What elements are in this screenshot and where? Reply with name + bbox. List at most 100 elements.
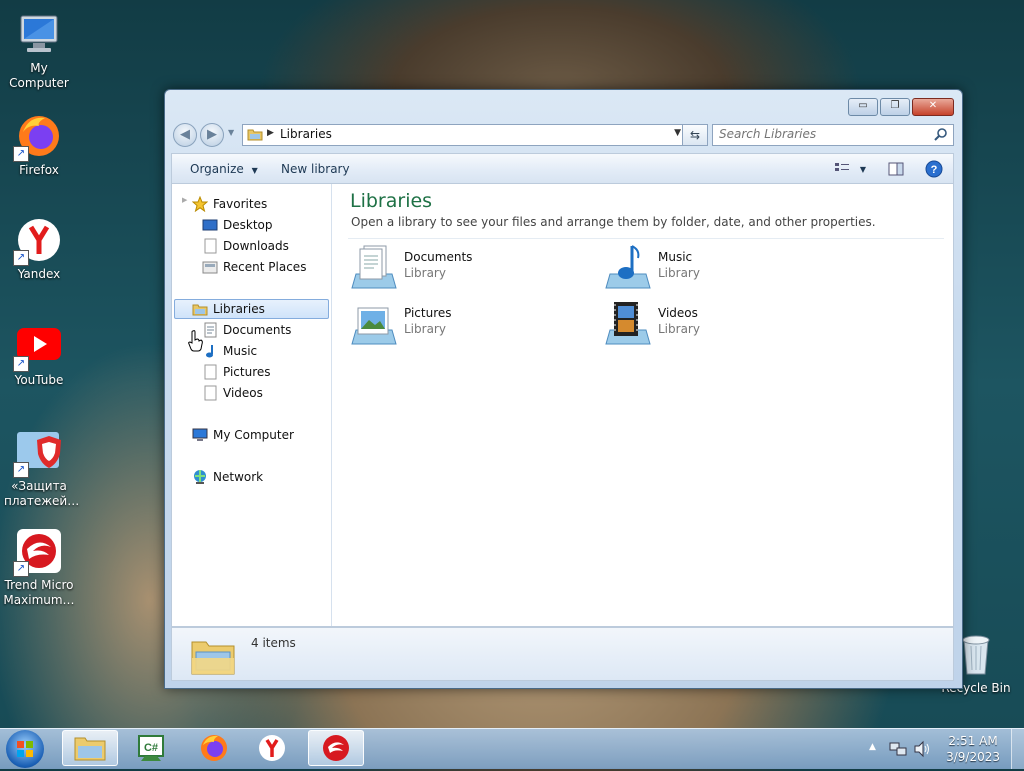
music-library-icon (604, 244, 652, 295)
forward-button[interactable]: ▶ (200, 123, 224, 147)
pictures-icon (202, 364, 218, 380)
expand-arrow-icon[interactable]: ▶ (182, 196, 187, 204)
csharp-editor-icon: C# (138, 735, 164, 761)
search-icon[interactable] (934, 127, 948, 144)
nav-network[interactable]: Network (192, 467, 263, 487)
nav-libraries[interactable]: Libraries (174, 299, 329, 319)
search-input[interactable] (713, 125, 935, 143)
nav-item-downloads[interactable]: Downloads (202, 236, 289, 256)
nav-item-label: Recent Places (223, 260, 307, 274)
desktop-icon-payment-protection[interactable]: ↗ «Защита платежей… (0, 428, 79, 509)
pictures-library-icon (350, 300, 398, 351)
change-view-button[interactable]: ▼ (834, 161, 866, 178)
windows-logo-icon (17, 741, 33, 757)
svg-text:?: ? (931, 164, 938, 176)
item-count: 4 items (251, 636, 296, 650)
nav-item-videos[interactable]: Videos (202, 383, 263, 403)
breadcrumb[interactable]: Libraries (280, 127, 332, 141)
desktop-icon-label: Firefox (19, 163, 59, 177)
refresh-icon: ⇆ (689, 128, 701, 142)
videos-icon (202, 385, 218, 401)
nav-favorites[interactable]: Favorites (191, 194, 267, 214)
nav-my-computer-label: My Computer (213, 428, 294, 442)
recent-places-icon (202, 259, 218, 275)
library-item-documents[interactable]: Documents Library (350, 244, 600, 296)
show-desktop-button[interactable] (1011, 729, 1024, 769)
nav-item-label: Downloads (223, 239, 289, 253)
shortcut-arrow-icon: ↗ (13, 561, 29, 577)
page-subtitle: Open a library to see your files and arr… (351, 215, 876, 229)
desktop-icon-youtube[interactable]: ↗ YouTube (0, 322, 78, 388)
header-divider (348, 238, 944, 239)
desktop-icon-my-computer[interactable]: My Computer (0, 10, 78, 91)
library-item-videos[interactable]: Videos Library (604, 300, 854, 352)
preview-pane-icon (888, 162, 904, 176)
taskbar-trend-micro-button[interactable] (308, 730, 364, 766)
volume-tray-icon[interactable] (913, 740, 931, 761)
explorer-window: ▭ ❐ ✕ ◀ ▶ ▼ ▶ Libraries ▼ ⇆ Organize ▼ N… (164, 89, 963, 689)
network-icon (192, 469, 208, 485)
nav-item-documents[interactable]: Documents (202, 320, 291, 340)
nav-item-label: Videos (223, 386, 263, 400)
nav-item-music[interactable]: Music (202, 341, 257, 361)
downloads-folder-icon (202, 238, 218, 254)
taskbar: C# ▲ 2:51 AM 3/9/2023 (0, 728, 1024, 769)
nav-item-recent-places[interactable]: Recent Places (202, 257, 306, 277)
recent-pages-dropdown-icon[interactable]: ▼ (228, 128, 234, 137)
minimize-button[interactable]: ▭ (848, 98, 878, 116)
show-hidden-icons-button[interactable]: ▲ (869, 742, 876, 752)
star-icon (191, 195, 209, 213)
view-details-icon (835, 163, 849, 171)
close-button[interactable]: ✕ (912, 98, 954, 116)
address-bar[interactable]: ▶ Libraries ▼ (242, 124, 686, 146)
maximize-button[interactable]: ❐ (880, 98, 910, 116)
desktop-icon-label: Trend Micro Maximum… (3, 578, 75, 607)
youtube-icon: ↗ (13, 322, 63, 372)
nav-item-label: Desktop (223, 218, 273, 232)
shortcut-arrow-icon: ↗ (13, 250, 29, 266)
title-buttons: ▭ ❐ ✕ (846, 98, 954, 116)
taskbar-firefox-button[interactable] (186, 730, 242, 766)
help-icon: ? (925, 160, 943, 178)
nav-my-computer[interactable]: My Computer (192, 425, 294, 445)
yandex-icon: ↗ (13, 216, 63, 266)
library-name: Pictures (404, 306, 452, 320)
search-box[interactable] (712, 124, 954, 146)
preview-pane-button[interactable] (888, 162, 904, 179)
help-button[interactable]: ? (925, 160, 943, 181)
refresh-button[interactable]: ⇆ (682, 124, 708, 146)
library-type: Library (658, 266, 700, 280)
desktop-icon-yandex[interactable]: ↗ Yandex (0, 216, 78, 282)
network-tray-icon[interactable] (889, 740, 907, 761)
back-button[interactable]: ◀ (173, 123, 197, 147)
library-item-music[interactable]: Music Library (604, 244, 854, 296)
firefox-icon (201, 735, 227, 761)
library-type: Library (404, 266, 446, 280)
system-clock[interactable]: 2:51 AM 3/9/2023 (946, 733, 1000, 765)
library-name: Videos (658, 306, 698, 320)
new-library-button[interactable]: New library (281, 162, 350, 176)
taskbar-csharp-button[interactable]: C# (124, 730, 180, 766)
navigation-pane: ▶ Favorites Desktop Downloads Recent Pla… (172, 184, 332, 626)
page-title: Libraries (350, 190, 433, 212)
nav-item-pictures[interactable]: Pictures (202, 362, 271, 382)
my-computer-icon (192, 427, 208, 443)
desktop-icon-label: Yandex (17, 267, 61, 281)
address-dropdown-icon[interactable]: ▼ (674, 128, 681, 138)
nav-item-desktop[interactable]: Desktop (202, 215, 273, 235)
desktop-icon-trend-micro[interactable]: ↗ Trend Micro Maximum… (0, 527, 78, 608)
videos-library-icon (604, 300, 652, 351)
library-item-pictures[interactable]: Pictures Library (350, 300, 600, 352)
taskbar-explorer-button[interactable] (62, 730, 118, 766)
organize-button[interactable]: Organize ▼ (190, 162, 258, 176)
chevron-down-icon: ▼ (251, 166, 258, 175)
documents-icon (202, 322, 218, 338)
taskbar-yandex-button[interactable] (244, 730, 300, 766)
shortcut-arrow-icon: ↗ (13, 146, 29, 162)
command-bar: Organize ▼ New library ▼ ? (171, 153, 954, 184)
desktop-icon-firefox[interactable]: ↗ Firefox (0, 112, 78, 178)
breadcrumb-separator-icon: ▶ (267, 128, 274, 138)
start-button[interactable] (6, 730, 44, 768)
nav-network-label: Network (213, 470, 264, 484)
address-row: ◀ ▶ ▼ ▶ Libraries ▼ ⇆ (173, 123, 954, 147)
